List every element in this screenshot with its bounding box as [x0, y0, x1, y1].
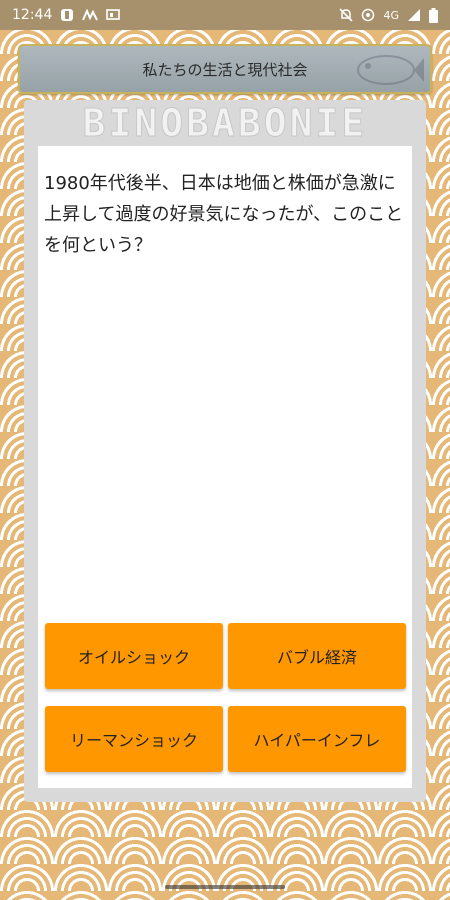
answer-button-1[interactable]: オイルショック — [45, 623, 223, 689]
decorative-banner: BINOBABONIE — [24, 100, 426, 146]
app-header: 私たちの生活と現代社会 — [18, 44, 432, 94]
fish-icon — [344, 48, 424, 92]
status-right: 4G — [339, 7, 438, 23]
signal-wave-icon — [82, 9, 99, 21]
page-title: 私たちの生活と現代社会 — [142, 60, 308, 79]
svg-text:BINOBABONIE: BINOBABONIE — [83, 101, 368, 145]
cast-icon — [106, 9, 121, 21]
status-left: 12:44 — [12, 7, 121, 23]
app-notification-icon — [60, 8, 74, 22]
status-bar: 12:44 4G — [0, 0, 450, 30]
cellular-signal-icon — [407, 8, 421, 22]
banner-lettering: BINOBABONIE — [82, 101, 368, 146]
battery-icon — [429, 7, 438, 23]
answer-button-3[interactable]: リーマンショック — [45, 706, 223, 772]
answer-button-2[interactable]: バブル経済 — [228, 623, 406, 689]
network-type: 4G — [383, 8, 399, 22]
mute-icon — [339, 8, 354, 22]
gesture-nav-handle[interactable] — [165, 885, 285, 889]
status-time: 12:44 — [12, 7, 53, 23]
question-text: 1980年代後半、日本は地価と株価が急激に上昇して過度の好景気になったが、このこ… — [44, 173, 404, 256]
wifi-calling-icon — [361, 8, 375, 22]
answer-button-4[interactable]: ハイパーインフレ — [228, 706, 406, 772]
